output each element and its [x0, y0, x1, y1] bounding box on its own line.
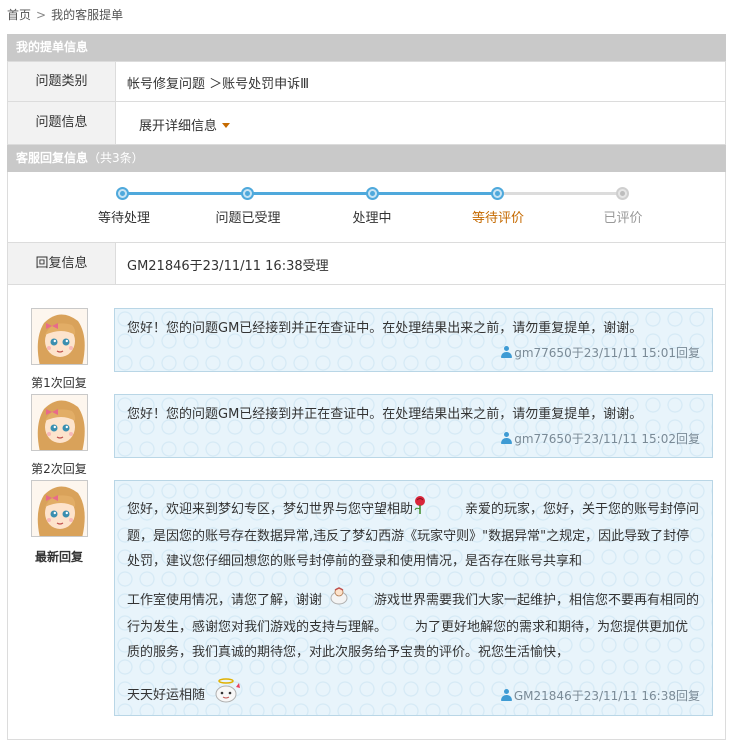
- reply-info-value: GM21846于23/11/11 16:38受理: [127, 259, 329, 274]
- reply-list: 第1次回复 您好！您的问题GM已经接到并正在查证中。在处理结果出来之前，请勿重复…: [7, 284, 726, 740]
- avatar-girl-icon: [32, 481, 87, 536]
- reply-3-text-part-1: 您好，欢迎来到梦幻专区，梦幻世界与您守望相助: [127, 502, 414, 517]
- step-label-5: 已评价: [603, 211, 643, 226]
- step-dot-1: [116, 187, 129, 200]
- reply-2-meta-text: gm77650于23/11/11 15:02回复: [514, 432, 700, 446]
- reply-3-meta: GM21846于23/11/11 16:38回复: [500, 687, 700, 704]
- breadcrumb: 首页 > 我的客服提单: [7, 6, 123, 23]
- person-icon: [501, 346, 513, 358]
- info-row: 问题信息 展开详细信息: [7, 101, 726, 145]
- expand-details-link[interactable]: 展开详细信息: [139, 115, 231, 134]
- reply-1-text: 您好！您的问题GM已经接到并正在查证中。在处理结果出来之前，请勿重复提单，谢谢。: [127, 321, 643, 336]
- expand-details-label: 展开详细信息: [139, 119, 218, 134]
- ticket-section-header: 我的提单信息: [7, 34, 726, 61]
- reply-3-text-part-6: 天天好运相随: [127, 688, 206, 703]
- reply-1-meta: gm77650于23/11/11 15:01回复: [501, 344, 700, 361]
- avatar: [31, 308, 88, 365]
- reply-section-title: 客服回复信息: [16, 151, 89, 165]
- reply-count: （共3条）: [88, 151, 144, 165]
- reply-2-text: 您好！您的问题GM已经接到并正在查证中。在处理结果出来之前，请勿重复提单，谢谢。: [127, 407, 643, 422]
- avatar-girl-icon: [32, 395, 87, 450]
- reply-section-header: 客服回复信息（共3条）: [7, 145, 726, 172]
- angel-emoji-icon: [209, 677, 243, 714]
- rose-icon: [413, 495, 427, 524]
- category-label: 问题类别: [8, 62, 116, 101]
- step-label-4: 等待评价: [471, 211, 525, 226]
- reply-3-meta-text: GM21846于23/11/11 16:38回复: [513, 689, 700, 703]
- breadcrumb-separator: >: [36, 8, 47, 22]
- reply-2-caption: 第2次回复: [31, 462, 87, 476]
- reply-1-meta-text: gm77650于23/11/11 15:01回复: [514, 346, 700, 360]
- step-dot-5: [616, 187, 629, 200]
- breadcrumb-home-link[interactable]: 首页: [7, 8, 31, 22]
- progress-track-todo: [498, 192, 623, 195]
- step-label-1: 等待处理: [97, 211, 151, 226]
- category-row: 问题类别 帐号修复问题 ＞账号处罚申诉Ⅲ: [7, 61, 726, 102]
- step-label-2: 问题已受理: [215, 211, 281, 226]
- reply-info-row: 回复信息 GM21846于23/11/11 16:38受理: [7, 242, 726, 285]
- caret-down-icon: [222, 123, 231, 128]
- reply-3-text: 您好，欢迎来到梦幻专区，梦幻世界与您守望相助 亲爱的玩家，您好，关于您的账号封停问…: [127, 495, 700, 714]
- progress-tracker: 等待处理 问题已受理 处理中 等待评价 已评价: [7, 172, 726, 242]
- step-label-3: 处理中: [352, 211, 392, 226]
- bow-emoji-icon: [328, 586, 350, 615]
- info-label: 问题信息: [8, 102, 116, 144]
- avatar: [31, 480, 88, 537]
- avatar: [31, 394, 88, 451]
- reply-1-bubble: 您好！您的问题GM已经接到并正在查证中。在处理结果出来之前，请勿重复提单，谢谢。…: [114, 308, 713, 372]
- avatar-girl-icon: [32, 309, 87, 364]
- reply-info-label: 回复信息: [8, 243, 116, 284]
- reply-1-caption: 第1次回复: [31, 376, 87, 390]
- person-icon: [501, 432, 513, 444]
- category-value: 帐号修复问题 ＞账号处罚申诉Ⅲ: [127, 77, 310, 92]
- reply-3-caption: 最新回复: [34, 550, 83, 564]
- reply-2-bubble: 您好！您的问题GM已经接到并正在查证中。在处理结果出来之前，请勿重复提单，谢谢。…: [114, 394, 713, 458]
- step-dot-4: [491, 187, 504, 200]
- progress-track-done: [122, 192, 498, 195]
- reply-2-meta: gm77650于23/11/11 15:02回复: [501, 430, 700, 447]
- step-dot-2: [241, 187, 254, 200]
- reply-3-text-part-3: 工作室使用情况，请您了解，谢谢: [127, 593, 323, 608]
- person-icon: [500, 689, 512, 701]
- reply-3-bubble: 您好，欢迎来到梦幻专区，梦幻世界与您守望相助 亲爱的玩家，您好，关于您的账号封停问…: [114, 480, 713, 716]
- breadcrumb-current: 我的客服提单: [51, 8, 124, 22]
- ticket-section-title: 我的提单信息: [16, 40, 89, 54]
- step-dot-3: [366, 187, 379, 200]
